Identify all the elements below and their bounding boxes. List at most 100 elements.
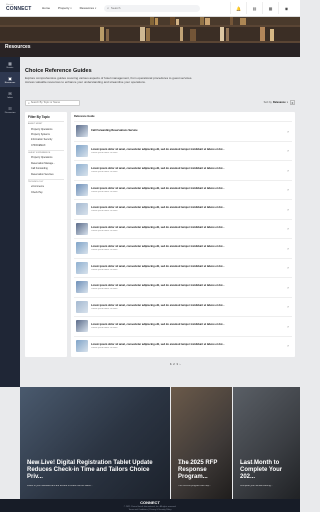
result-text: Lorem ipsum dolor sit amet, consectetur …	[91, 245, 284, 251]
global-search-input[interactable]	[110, 6, 191, 10]
chat-icon: ☷	[8, 105, 12, 111]
result-subtitle: Lorem ipsum dolor sit amet	[91, 151, 118, 154]
footer-links[interactable]: Terms and Conditions | Privacy & Securit…	[128, 509, 171, 511]
result-title: Lorem ipsum dolor sit amet, consectetur …	[91, 147, 225, 151]
brand-logo[interactable]: Marriott CONNECT	[6, 4, 32, 11]
news-card-3[interactable]: NEWS · JAN 20, 2025 Last Month to Comple…	[233, 387, 300, 499]
filter-title: Filter By Topic	[28, 115, 50, 119]
page-3[interactable]: 3	[176, 362, 178, 366]
result-title: Lorem ipsum dolor sit amet, consectetur …	[91, 303, 225, 307]
list-item[interactable]: Lorem ipsum dolor sit amet, consectetur …	[74, 140, 292, 161]
list-view-button[interactable]: ≡	[290, 100, 295, 105]
sidebar-item-inbox[interactable]: ✉ Inbox	[0, 87, 20, 102]
list-item[interactable]: Lorem ipsum dolor sit amet, consectetur …	[74, 218, 292, 239]
filter-item[interactable]: CHOICEMAX	[28, 143, 64, 148]
filter-group-label: ASSET MGMT	[28, 123, 43, 126]
brand-name: CONNECT	[6, 5, 32, 12]
news-description: Listen to your feedback and are excited …	[27, 485, 93, 487]
chevron-right-icon[interactable]: ›	[284, 129, 292, 134]
sidebar-item-discussion[interactable]: ☷ Discussion	[0, 102, 20, 117]
list-item[interactable]: Lorem ipsum dolor sit amet, consectetur …	[74, 316, 292, 336]
calendar-icon[interactable]: ▤	[246, 2, 262, 14]
list-item[interactable]: Lorem ipsum dolor sit amet, consectetur …	[74, 296, 292, 317]
result-thumbnail	[76, 320, 88, 333]
page-2[interactable]: 2	[173, 362, 175, 366]
result-thumbnail	[76, 281, 88, 294]
nav-home-label: Home	[42, 6, 51, 10]
list-item[interactable]: Lorem ipsum dolor sit amet, consectetur …	[74, 277, 292, 297]
list-item[interactable]: Lorem ipsum dolor sit amet, consectetur …	[74, 335, 292, 356]
top-navbar: Marriott CONNECT Home Property ▾ Resource…	[0, 0, 300, 17]
chevron-down-icon: ▾	[94, 6, 97, 10]
result-subtitle: Lorem ipsum dolor sit amet	[91, 288, 118, 291]
filter-item[interactable]: Reservation Services	[28, 171, 64, 176]
list-item[interactable]: Call Forwarding Reservations Service ›	[74, 121, 292, 141]
result-subtitle: Lorem ipsum dolor sit amet	[91, 346, 118, 349]
result-text: Call Forwarding Reservations Service	[91, 129, 284, 133]
news-title: New Live! Digital Registration Tablet Up…	[27, 460, 153, 481]
result-title: Lorem ipsum dolor sit amet, consectetur …	[91, 245, 225, 249]
chevron-right-icon[interactable]: ›	[284, 324, 292, 329]
filter-item[interactable]: Check Pay	[28, 190, 64, 195]
list-item[interactable]: Lorem ipsum dolor sit amet, consectetur …	[74, 199, 292, 219]
result-thumbnail	[76, 164, 88, 177]
chevron-right-icon[interactable]: ›	[284, 246, 292, 251]
chevron-right-icon[interactable]: ›	[284, 304, 292, 309]
user-icon[interactable]: ◉	[278, 2, 294, 14]
news-title: The 2025 RFP Response Program...	[178, 460, 218, 481]
result-subtitle: Lorem ipsum dolor sit amet	[91, 268, 118, 271]
news-card-2[interactable]: NEWS · JAN 20, 2025 The 2025 RFP Respons…	[171, 387, 232, 499]
result-title: Lorem ipsum dolor sit amet, consectetur …	[91, 323, 225, 327]
sidebar-item-resources[interactable]: ▣ Resources	[0, 72, 20, 87]
chevron-right-icon[interactable]: ›	[284, 207, 292, 212]
next-page-icon[interactable]: ›	[180, 362, 181, 366]
news-card-1[interactable]: NEWS · JAN 20, 2025 New Live! Digital Re…	[20, 387, 170, 499]
result-text: Lorem ipsum dolor sit amet, consectetur …	[91, 226, 284, 232]
chevron-down-icon: ▾	[70, 6, 72, 10]
chevron-right-icon[interactable]: ›	[284, 226, 292, 231]
result-subtitle: Lorem ipsum dolor sit amet	[91, 249, 118, 252]
list-item[interactable]: Lorem ipsum dolor sit amet, consectetur …	[74, 238, 292, 258]
list-item[interactable]: Lorem ipsum dolor sit amet, consectetur …	[74, 160, 292, 180]
nav-home[interactable]: Home	[42, 6, 50, 10]
chevron-right-icon[interactable]: ›	[284, 285, 292, 290]
chevron-right-icon[interactable]: ›	[284, 265, 292, 270]
nav-resources[interactable]: Resources ▾	[80, 6, 97, 10]
topic-search-input[interactable]	[30, 101, 76, 104]
bell-icon[interactable]: 🔔	[230, 2, 246, 14]
result-thumbnail	[76, 125, 88, 138]
nav-property-label: Property	[58, 6, 70, 10]
chevron-right-icon[interactable]: ›	[284, 168, 292, 173]
list-item[interactable]: Lorem ipsum dolor sit amet, consectetur …	[74, 257, 292, 278]
page-title: Choice Reference Guides	[25, 68, 92, 74]
result-title: Lorem ipsum dolor sit amet, consectetur …	[91, 284, 225, 288]
sidebar-item-events[interactable]: ▦ Events	[0, 57, 20, 72]
chevron-right-icon[interactable]: ›	[284, 343, 292, 348]
filter-group-label: GUEST EXPERIENCE	[28, 152, 51, 155]
list-icon: ≡	[291, 100, 294, 105]
result-subtitle: Lorem ipsum dolor sit amet	[91, 229, 118, 232]
topic-search: ⌕	[25, 99, 80, 106]
chevron-right-icon[interactable]: ›	[284, 187, 292, 192]
result-subtitle: Lorem ipsum dolor sit amet	[91, 210, 118, 213]
pagination: 1 2 3 ›	[170, 362, 181, 366]
nav-property[interactable]: Property ▾	[58, 6, 72, 10]
left-sidebar: ▦ Events ▣ Resources ✉ Inbox ☷ Discussio…	[0, 57, 20, 387]
sidebar-item-label: Events	[6, 66, 14, 69]
result-subtitle: Lorem ipsum dolor sit amet	[91, 171, 118, 174]
result-text: Lorem ipsum dolor sit amet, consectetur …	[91, 323, 284, 329]
results-toolbar: ⌕ Sort by Relevance ▾ ≡	[25, 99, 295, 106]
chevron-right-icon[interactable]: ›	[284, 148, 292, 153]
list-item[interactable]: Lorem ipsum dolor sit amet, consectetur …	[74, 179, 292, 200]
result-subtitle: Lorem ipsum dolor sit amet	[91, 307, 118, 310]
sort-dropdown[interactable]: Sort by Relevance ▾	[264, 101, 288, 104]
result-title: Lorem ipsum dolor sit amet, consectetur …	[91, 186, 225, 190]
result-text: Lorem ipsum dolor sit amet, consectetur …	[91, 167, 284, 173]
result-title: Lorem ipsum dolor sit amet, consectetur …	[91, 225, 225, 229]
calendar-icon: ▦	[8, 60, 12, 66]
result-thumbnail	[76, 144, 88, 157]
news-image	[20, 387, 170, 499]
footer-logo: CONNECT	[140, 500, 160, 505]
page-1[interactable]: 1	[170, 362, 172, 366]
grid-icon[interactable]: ▦	[262, 2, 278, 14]
